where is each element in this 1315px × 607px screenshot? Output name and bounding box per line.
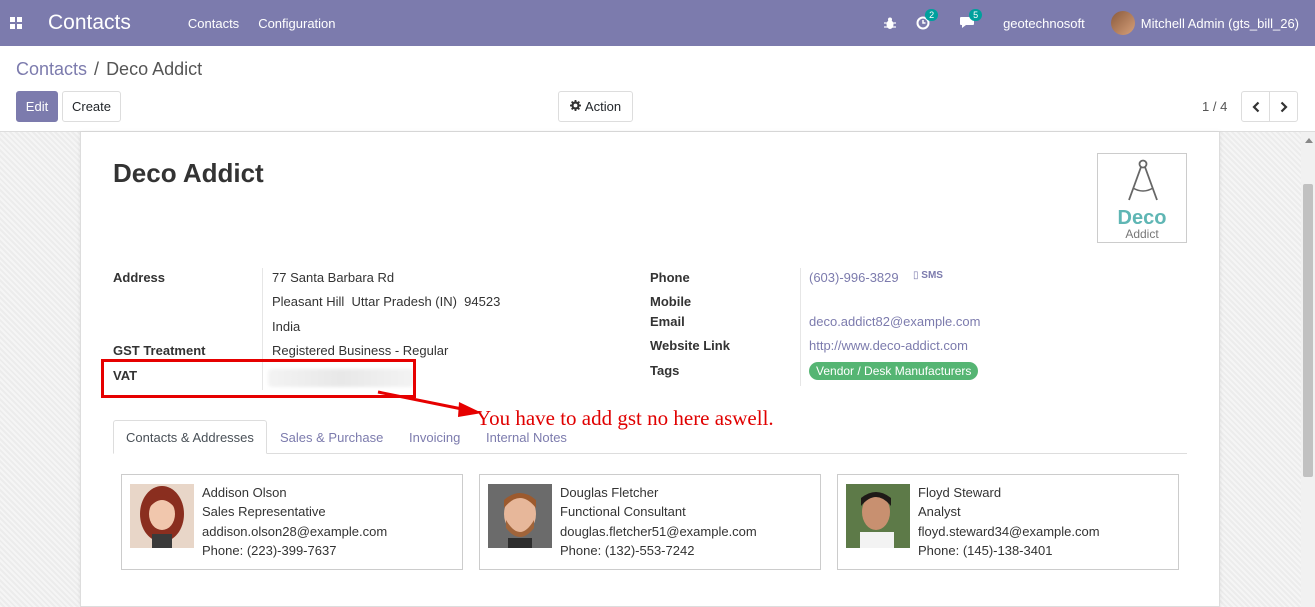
mobile-icon: ▯	[913, 270, 919, 281]
top-navbar: Contacts Contacts Configuration 2 5 geot…	[0, 0, 1315, 46]
breadcrumb: Contacts / Deco Addict	[16, 59, 202, 80]
logo-text-addict: Addict	[1125, 227, 1159, 241]
contact-photo-avatar	[130, 484, 194, 548]
apps-menu-icon[interactable]	[10, 16, 24, 30]
user-menu[interactable]: Mitchell Admin (gts_bill_26)	[1141, 16, 1299, 31]
edit-button[interactable]: Edit	[16, 91, 58, 122]
tab-internal-notes[interactable]: Internal Notes	[474, 420, 579, 454]
contact-email-link[interactable]: addison.olson28@example.com	[202, 524, 387, 539]
contact-card[interactable]: Douglas Fletcher Functional Consultant d…	[479, 474, 821, 570]
vertical-scrollbar[interactable]	[1301, 132, 1315, 607]
contact-title: Analyst	[918, 504, 961, 519]
messages-count-badge: 5	[969, 9, 983, 21]
email-link[interactable]: deco.addict82@example.com	[809, 314, 980, 329]
sms-label: SMS	[921, 270, 943, 281]
company-logo[interactable]: Deco Addict	[1097, 153, 1187, 243]
tab-contacts-addresses[interactable]: Contacts & Addresses	[113, 420, 267, 454]
phone-link[interactable]: (603)-996-3829	[809, 270, 899, 285]
contact-photo-avatar	[846, 484, 910, 548]
contact-name: Floyd Steward	[918, 485, 1002, 500]
breadcrumb-current: Deco Addict	[106, 59, 203, 79]
email-label: Email	[650, 314, 685, 329]
address-city-state-zip: Pleasant Hill Uttar Pradesh (IN) 94523	[272, 294, 501, 309]
gst-treatment-label: GST Treatment	[113, 343, 206, 358]
tags-label: Tags	[650, 363, 680, 378]
contact-name: Addison Olson	[202, 485, 287, 500]
notebook-tabs: Contacts & Addresses Sales & Purchase In…	[113, 420, 1187, 454]
contact-phone: Phone: (223)-399-7637	[202, 543, 337, 558]
control-panel: Contacts / Deco Addict Edit Create Actio…	[0, 46, 1315, 132]
activity-count-badge: 2	[925, 9, 939, 21]
right-group-separator	[800, 268, 801, 386]
sms-button[interactable]: ▯ SMS	[913, 270, 943, 281]
contact-phone: Phone: (145)-138-3401	[918, 543, 1053, 558]
record-name: Deco Addict	[113, 158, 264, 188]
website-link[interactable]: http://www.deco-addict.com	[809, 338, 968, 353]
tab-sales-purchase[interactable]: Sales & Purchase	[268, 420, 395, 454]
address-label: Address	[113, 270, 166, 285]
chat-icon[interactable]: 5	[959, 9, 983, 31]
compass-icon	[1128, 159, 1158, 201]
contact-email-link[interactable]: douglas.fletcher51@example.com	[560, 524, 757, 539]
menu-contacts[interactable]: Contacts	[188, 16, 239, 31]
chevron-right-icon	[1280, 101, 1288, 112]
user-avatar[interactable]	[1110, 11, 1135, 35]
pager-previous-button[interactable]	[1241, 91, 1270, 122]
breadcrumb-contacts-link[interactable]: Contacts	[16, 59, 87, 80]
chevron-left-icon	[1251, 101, 1259, 112]
contact-card[interactable]: Addison Olson Sales Representative addis…	[121, 474, 463, 570]
pager-value[interactable]: 1 / 4	[1202, 99, 1227, 114]
tag-badge[interactable]: Vendor / Desk Manufacturers	[809, 362, 979, 380]
breadcrumb-separator: /	[94, 59, 100, 79]
mobile-label: Mobile	[650, 294, 692, 309]
menu-configuration[interactable]: Configuration	[258, 16, 335, 31]
contact-phone: Phone: (132)-553-7242	[560, 543, 695, 558]
phone-label: Phone	[650, 270, 690, 285]
create-button[interactable]: Create	[62, 91, 121, 122]
tab-invoicing[interactable]: Invoicing	[397, 420, 472, 454]
pager-next-button[interactable]	[1269, 91, 1298, 122]
gst-treatment-value: Registered Business - Regular	[272, 343, 449, 358]
bug-icon[interactable]	[882, 15, 898, 31]
gear-icon	[569, 99, 581, 114]
contact-card[interactable]: Floyd Steward Analyst floyd.steward34@ex…	[837, 474, 1179, 570]
address-country: India	[272, 319, 301, 334]
address-street: 77 Santa Barbara Rd	[272, 270, 395, 285]
action-label: Action	[584, 99, 622, 114]
app-title[interactable]: Contacts	[48, 11, 131, 35]
clock-icon[interactable]: 2	[915, 9, 939, 31]
scroll-thumb[interactable]	[1303, 184, 1313, 477]
website-label: Website Link	[650, 338, 730, 353]
contact-title: Functional Consultant	[560, 504, 686, 519]
contact-name: Douglas Fletcher	[560, 485, 659, 500]
contact-photo-avatar	[488, 484, 552, 548]
annotation-highlight-box	[101, 359, 416, 398]
contact-title: Sales Representative	[202, 504, 326, 519]
contact-email-link[interactable]: floyd.steward34@example.com	[918, 524, 1100, 539]
company-switcher[interactable]: geotechnosoft	[1003, 16, 1085, 31]
action-button[interactable]: Action	[558, 91, 633, 122]
scroll-up-arrow-icon[interactable]	[1305, 138, 1313, 143]
